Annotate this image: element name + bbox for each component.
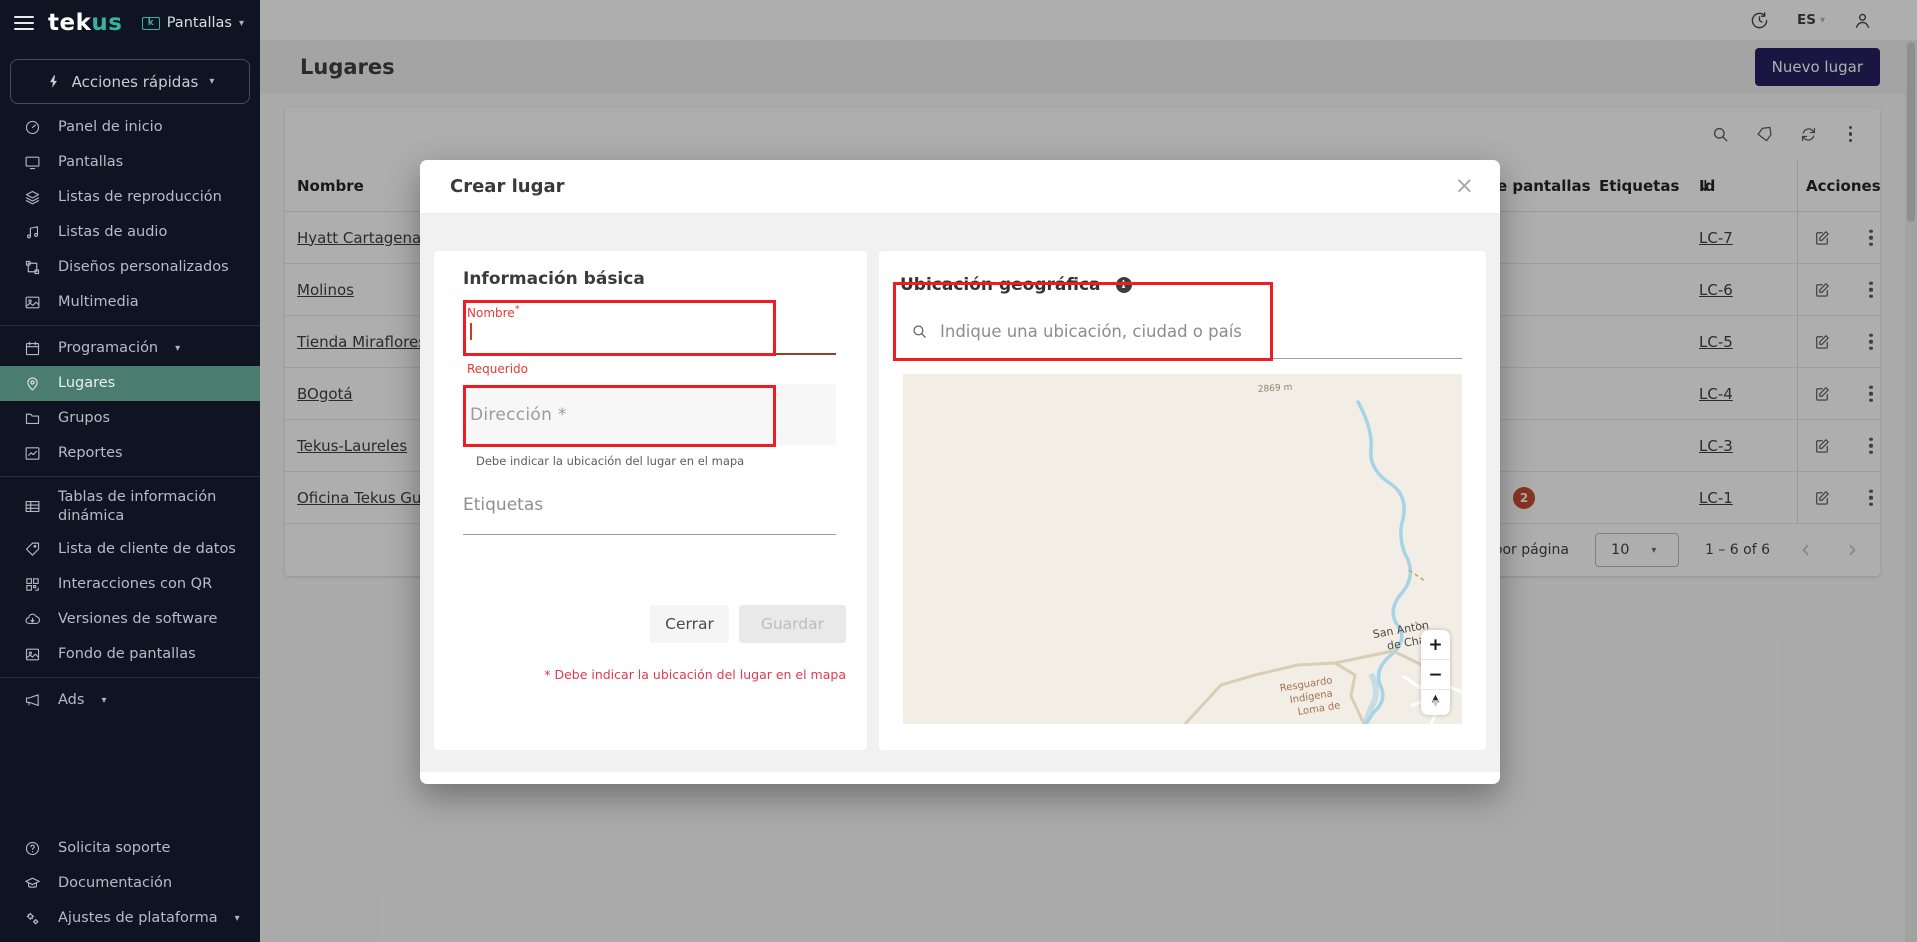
- map-controls: + − ▲▼: [1421, 630, 1450, 715]
- save-button[interactable]: Guardar: [739, 605, 846, 643]
- name-error-text: Requerido: [467, 362, 528, 376]
- compass-button[interactable]: ▲▼: [1432, 690, 1440, 715]
- help-circle-icon: [24, 840, 41, 857]
- sidebar-item-solicita-soporte[interactable]: Solicita soporte: [0, 831, 260, 866]
- chevron-down-icon: ▾: [209, 76, 214, 87]
- wallpaper-icon: [24, 646, 41, 663]
- section-title-basic-info: Información básica: [463, 269, 645, 289]
- dialog-title: Crear lugar: [450, 176, 564, 197]
- lightning-icon: [46, 74, 61, 89]
- address-input[interactable]: Dirección *: [463, 384, 836, 445]
- calendar-icon: [24, 340, 41, 357]
- sidebar-item-lugares[interactable]: Lugares: [0, 366, 260, 401]
- sidebar-item-documentacion[interactable]: Documentación: [0, 866, 260, 901]
- chevron-down-icon: ▾: [175, 343, 180, 354]
- section-title-geo-location: Ubicación geográfica: [900, 275, 1101, 295]
- graduation-cap-icon: [24, 875, 41, 892]
- map-terrain: 2869 m San Anton de Chan Resguardo Indíg…: [903, 374, 1462, 724]
- sidebar-item-ads[interactable]: Ads ▾: [0, 683, 260, 718]
- gears-icon: [24, 910, 41, 927]
- sidebar-item-pantallas[interactable]: Pantallas: [0, 145, 260, 180]
- sidebar-item-interacciones-qr[interactable]: Interacciones con QR: [0, 567, 260, 602]
- sidebar-item-lista-cliente-datos[interactable]: Lista de cliente de datos: [0, 532, 260, 567]
- sidebar-item-listas-de-audio[interactable]: Listas de audio: [0, 215, 260, 250]
- map-required-footnote: * Debe indicar la ubicación del lugar en…: [544, 667, 846, 682]
- tags-input-underline: [463, 534, 836, 535]
- tags-input[interactable]: [463, 491, 836, 534]
- sidebar-item-ajustes-plataforma[interactable]: Ajustes de plataforma ▾: [0, 901, 260, 936]
- create-place-dialog: Crear lugar × Información básica Nombre*…: [420, 160, 1500, 784]
- sidebar-item-grupos[interactable]: Grupos: [0, 401, 260, 436]
- quick-actions-button[interactable]: Acciones rápidas ▾: [10, 59, 250, 104]
- search-icon: [911, 323, 928, 340]
- frame-transform-icon: [24, 259, 41, 276]
- map-pin-icon: [24, 375, 41, 392]
- hamburger-menu-icon[interactable]: [14, 16, 34, 30]
- close-icon[interactable]: ×: [1455, 175, 1474, 198]
- sidebar-item-fondo-pantallas[interactable]: Fondo de pantallas: [0, 637, 260, 672]
- sidebar-item-disenos-personalizados[interactable]: Diseños personalizados: [0, 250, 260, 285]
- sidebar-item-reportes[interactable]: Reportes: [0, 436, 260, 471]
- sidebar-item-versiones-software[interactable]: Versiones de software: [0, 602, 260, 637]
- geo-location-card: Ubicación geográfica i Indique una ubica…: [879, 251, 1486, 750]
- info-icon[interactable]: i: [1116, 277, 1132, 293]
- workspace-label: Pantallas: [167, 15, 232, 31]
- address-helper-text: Debe indicar la ubicación del lugar en e…: [476, 454, 744, 468]
- sidebar-item-multimedia[interactable]: Multimedia: [0, 285, 260, 320]
- sidebar-item-tablas-informacion-dinamica[interactable]: Tablas de información dinámica: [0, 482, 260, 532]
- tags-icon: [24, 541, 41, 558]
- name-input[interactable]: [463, 300, 836, 353]
- megaphone-icon: [24, 692, 41, 709]
- location-search-placeholder: Indique una ubicación, ciudad o país: [940, 322, 1242, 341]
- cloud-download-icon: [24, 611, 41, 628]
- location-search-input[interactable]: Indique una ubicación, ciudad o país: [911, 322, 1242, 341]
- app-logo: tekus: [48, 10, 122, 36]
- address-field-label: Dirección *: [470, 405, 567, 425]
- chevron-down-icon: ▾: [101, 695, 106, 706]
- chevron-down-icon: ▾: [235, 913, 240, 924]
- sidebar-item-listas-de-reproduccion[interactable]: Listas de reproducción: [0, 180, 260, 215]
- monitor-icon: [24, 154, 41, 171]
- basic-info-card: Información básica Nombre* Requerido Dir…: [434, 251, 867, 750]
- zoom-in-button[interactable]: +: [1421, 630, 1450, 659]
- sidebar: tekus k Pantallas ▾ Acciones rápidas ▾ P…: [0, 0, 260, 942]
- workspace-switcher[interactable]: k Pantallas ▾: [142, 15, 244, 31]
- search-input-underline: [903, 358, 1462, 359]
- music-note-icon: [24, 224, 41, 241]
- gauge-icon: [24, 119, 41, 136]
- line-chart-icon: [24, 445, 41, 462]
- chevron-down-icon: ▾: [239, 18, 244, 29]
- map-canvas[interactable]: 2869 m San Anton de Chan Resguardo Indíg…: [903, 374, 1462, 724]
- name-input-underline: [463, 353, 836, 355]
- layers-icon: [24, 189, 41, 206]
- zoom-out-button[interactable]: −: [1421, 660, 1450, 689]
- sidebar-item-panel-de-inicio[interactable]: Panel de inicio: [0, 110, 260, 145]
- cancel-button[interactable]: Cerrar: [650, 605, 729, 643]
- image-icon: [24, 294, 41, 311]
- sidebar-item-programacion[interactable]: Programación ▾: [0, 331, 260, 366]
- dialog-body: Información básica Nombre* Requerido Dir…: [420, 214, 1500, 772]
- folder-icon: [24, 410, 41, 427]
- table-icon: [24, 498, 41, 515]
- qr-code-icon: [24, 576, 41, 593]
- screen-icon: k: [142, 17, 160, 30]
